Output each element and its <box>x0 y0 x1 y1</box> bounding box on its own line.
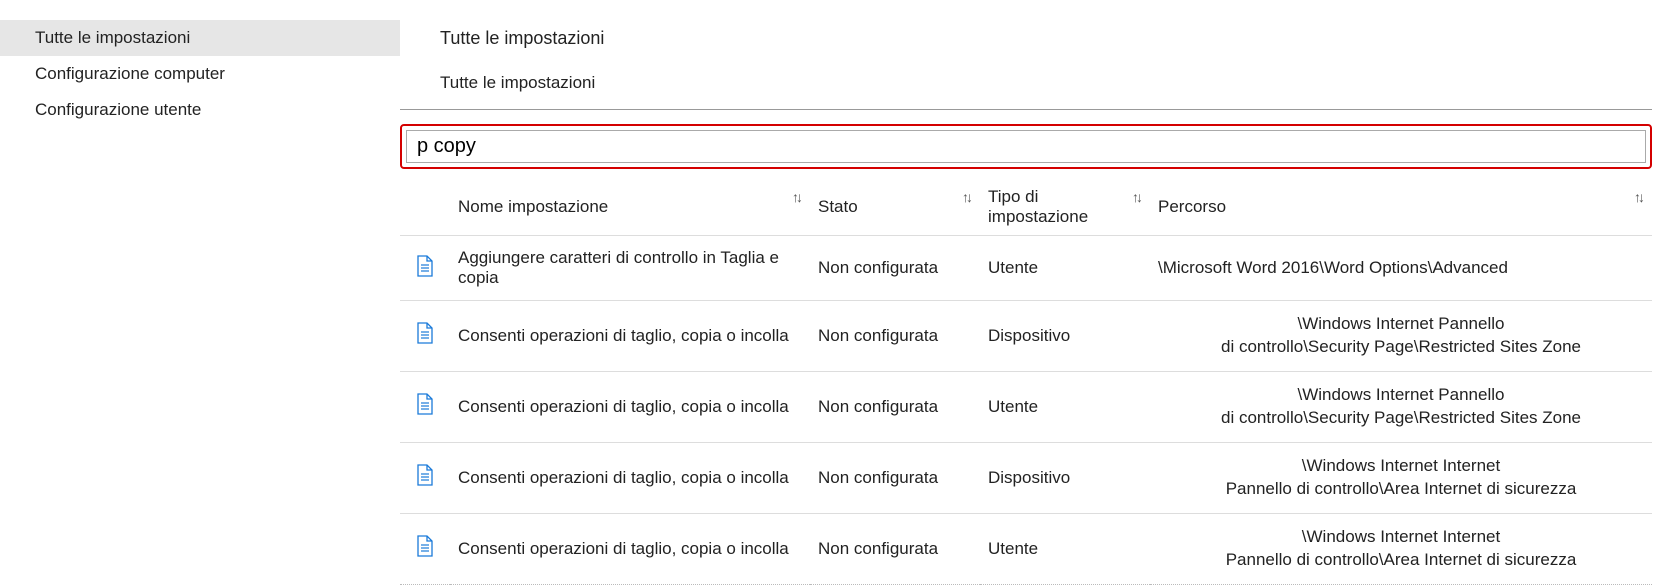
cell-setting-name: Consenti operazioni di taglio, copia o i… <box>450 371 810 442</box>
cell-setting-name: Consenti operazioni di taglio, copia o i… <box>450 513 810 584</box>
path-line: Pannello di controllo\Area Internet di s… <box>1158 549 1644 572</box>
table-row[interactable]: Consenti operazioni di taglio, copia o i… <box>400 301 1652 372</box>
sidebar-item-label: Configurazione computer <box>35 64 225 83</box>
cell-path: \Windows Internet Pannellodi controllo\S… <box>1150 371 1652 442</box>
sidebar-item-label: Configurazione utente <box>35 100 201 119</box>
cell-state: Non configurata <box>810 236 980 301</box>
cell-state: Non configurata <box>810 371 980 442</box>
column-header-label: Percorso <box>1158 197 1226 216</box>
cell-state: Non configurata <box>810 442 980 513</box>
document-icon <box>416 322 434 349</box>
column-header-state[interactable]: Stato ↑↓ <box>810 173 980 236</box>
path-line: \Windows Internet Internet <box>1158 526 1644 549</box>
column-header-name[interactable]: Nome impostazione ↑↓ <box>450 173 810 236</box>
sort-icon[interactable]: ↑↓ <box>1634 189 1642 205</box>
path-line: \Windows Internet Internet <box>1158 455 1644 478</box>
row-icon-cell <box>400 513 450 584</box>
search-input[interactable] <box>406 130 1646 163</box>
cell-setting-name: Consenti operazioni di taglio, copia o i… <box>450 442 810 513</box>
document-icon <box>416 322 434 344</box>
cell-path: \Windows Internet InternetPannello di co… <box>1150 442 1652 513</box>
path-line: \Windows Internet Pannello <box>1158 313 1644 336</box>
column-header-label: Tipo di impostazione <box>988 187 1088 226</box>
path-line: di controllo\Security Page\Restricted Si… <box>1158 336 1644 359</box>
path-line: Pannello di controllo\Area Internet di s… <box>1158 478 1644 501</box>
cell-path: \Microsoft Word 2016\Word Options\Advanc… <box>1150 236 1652 301</box>
cell-path: \Windows Internet InternetPannello di co… <box>1150 513 1652 584</box>
row-icon-cell <box>400 442 450 513</box>
breadcrumb: Tutte le impostazioni <box>400 49 1652 110</box>
document-icon <box>416 255 434 277</box>
sidebar-item-computer-config[interactable]: Configurazione computer <box>0 56 400 92</box>
document-icon <box>416 535 434 557</box>
row-icon-cell <box>400 301 450 372</box>
table-row[interactable]: Consenti operazioni di taglio, copia o i… <box>400 442 1652 513</box>
document-icon <box>416 464 434 491</box>
row-icon-cell <box>400 371 450 442</box>
search-highlight <box>400 124 1652 169</box>
column-header-label: Nome impostazione <box>458 197 608 216</box>
cell-type: Dispositivo <box>980 301 1150 372</box>
cell-type: Utente <box>980 371 1150 442</box>
sort-icon[interactable]: ↑↓ <box>1132 189 1140 205</box>
sidebar-item-label: Tutte le impostazioni <box>35 28 190 47</box>
sort-icon[interactable]: ↑↓ <box>792 189 800 205</box>
cell-state: Non configurata <box>810 301 980 372</box>
document-icon <box>416 464 434 486</box>
column-header-icon <box>400 173 450 236</box>
table-row[interactable]: Consenti operazioni di taglio, copia o i… <box>400 513 1652 584</box>
cell-setting-name: Consenti operazioni di taglio, copia o i… <box>450 301 810 372</box>
sidebar-item-all-settings[interactable]: Tutte le impostazioni <box>0 20 400 56</box>
document-icon <box>416 535 434 562</box>
row-icon-cell <box>400 236 450 301</box>
column-header-path[interactable]: Percorso ↑↓ <box>1150 173 1652 236</box>
column-header-type[interactable]: Tipo di impostazione ↑↓ <box>980 173 1150 236</box>
path-line: di controllo\Security Page\Restricted Si… <box>1158 407 1644 430</box>
table-row[interactable]: Aggiungere caratteri di controllo in Tag… <box>400 236 1652 301</box>
path-line: \Windows Internet Pannello <box>1158 384 1644 407</box>
cell-setting-name: Aggiungere caratteri di controllo in Tag… <box>450 236 810 301</box>
cell-path: \Windows Internet Pannellodi controllo\S… <box>1150 301 1652 372</box>
sidebar-item-user-config[interactable]: Configurazione utente <box>0 92 400 128</box>
cell-type: Dispositivo <box>980 442 1150 513</box>
table-row[interactable]: Consenti operazioni di taglio, copia o i… <box>400 371 1652 442</box>
main-content: Tutte le impostazioni Tutte le impostazi… <box>400 0 1672 585</box>
document-icon <box>416 393 434 415</box>
page-title: Tutte le impostazioni <box>400 18 1652 49</box>
document-icon <box>416 255 434 282</box>
document-icon <box>416 393 434 420</box>
settings-table: Nome impostazione ↑↓ Stato ↑↓ Tipo di im… <box>400 173 1652 585</box>
column-header-label: Stato <box>818 197 858 216</box>
sidebar: Tutte le impostazioni Configurazione com… <box>0 0 400 585</box>
cell-type: Utente <box>980 236 1150 301</box>
sort-icon[interactable]: ↑↓ <box>962 189 970 205</box>
cell-state: Non configurata <box>810 513 980 584</box>
cell-type: Utente <box>980 513 1150 584</box>
